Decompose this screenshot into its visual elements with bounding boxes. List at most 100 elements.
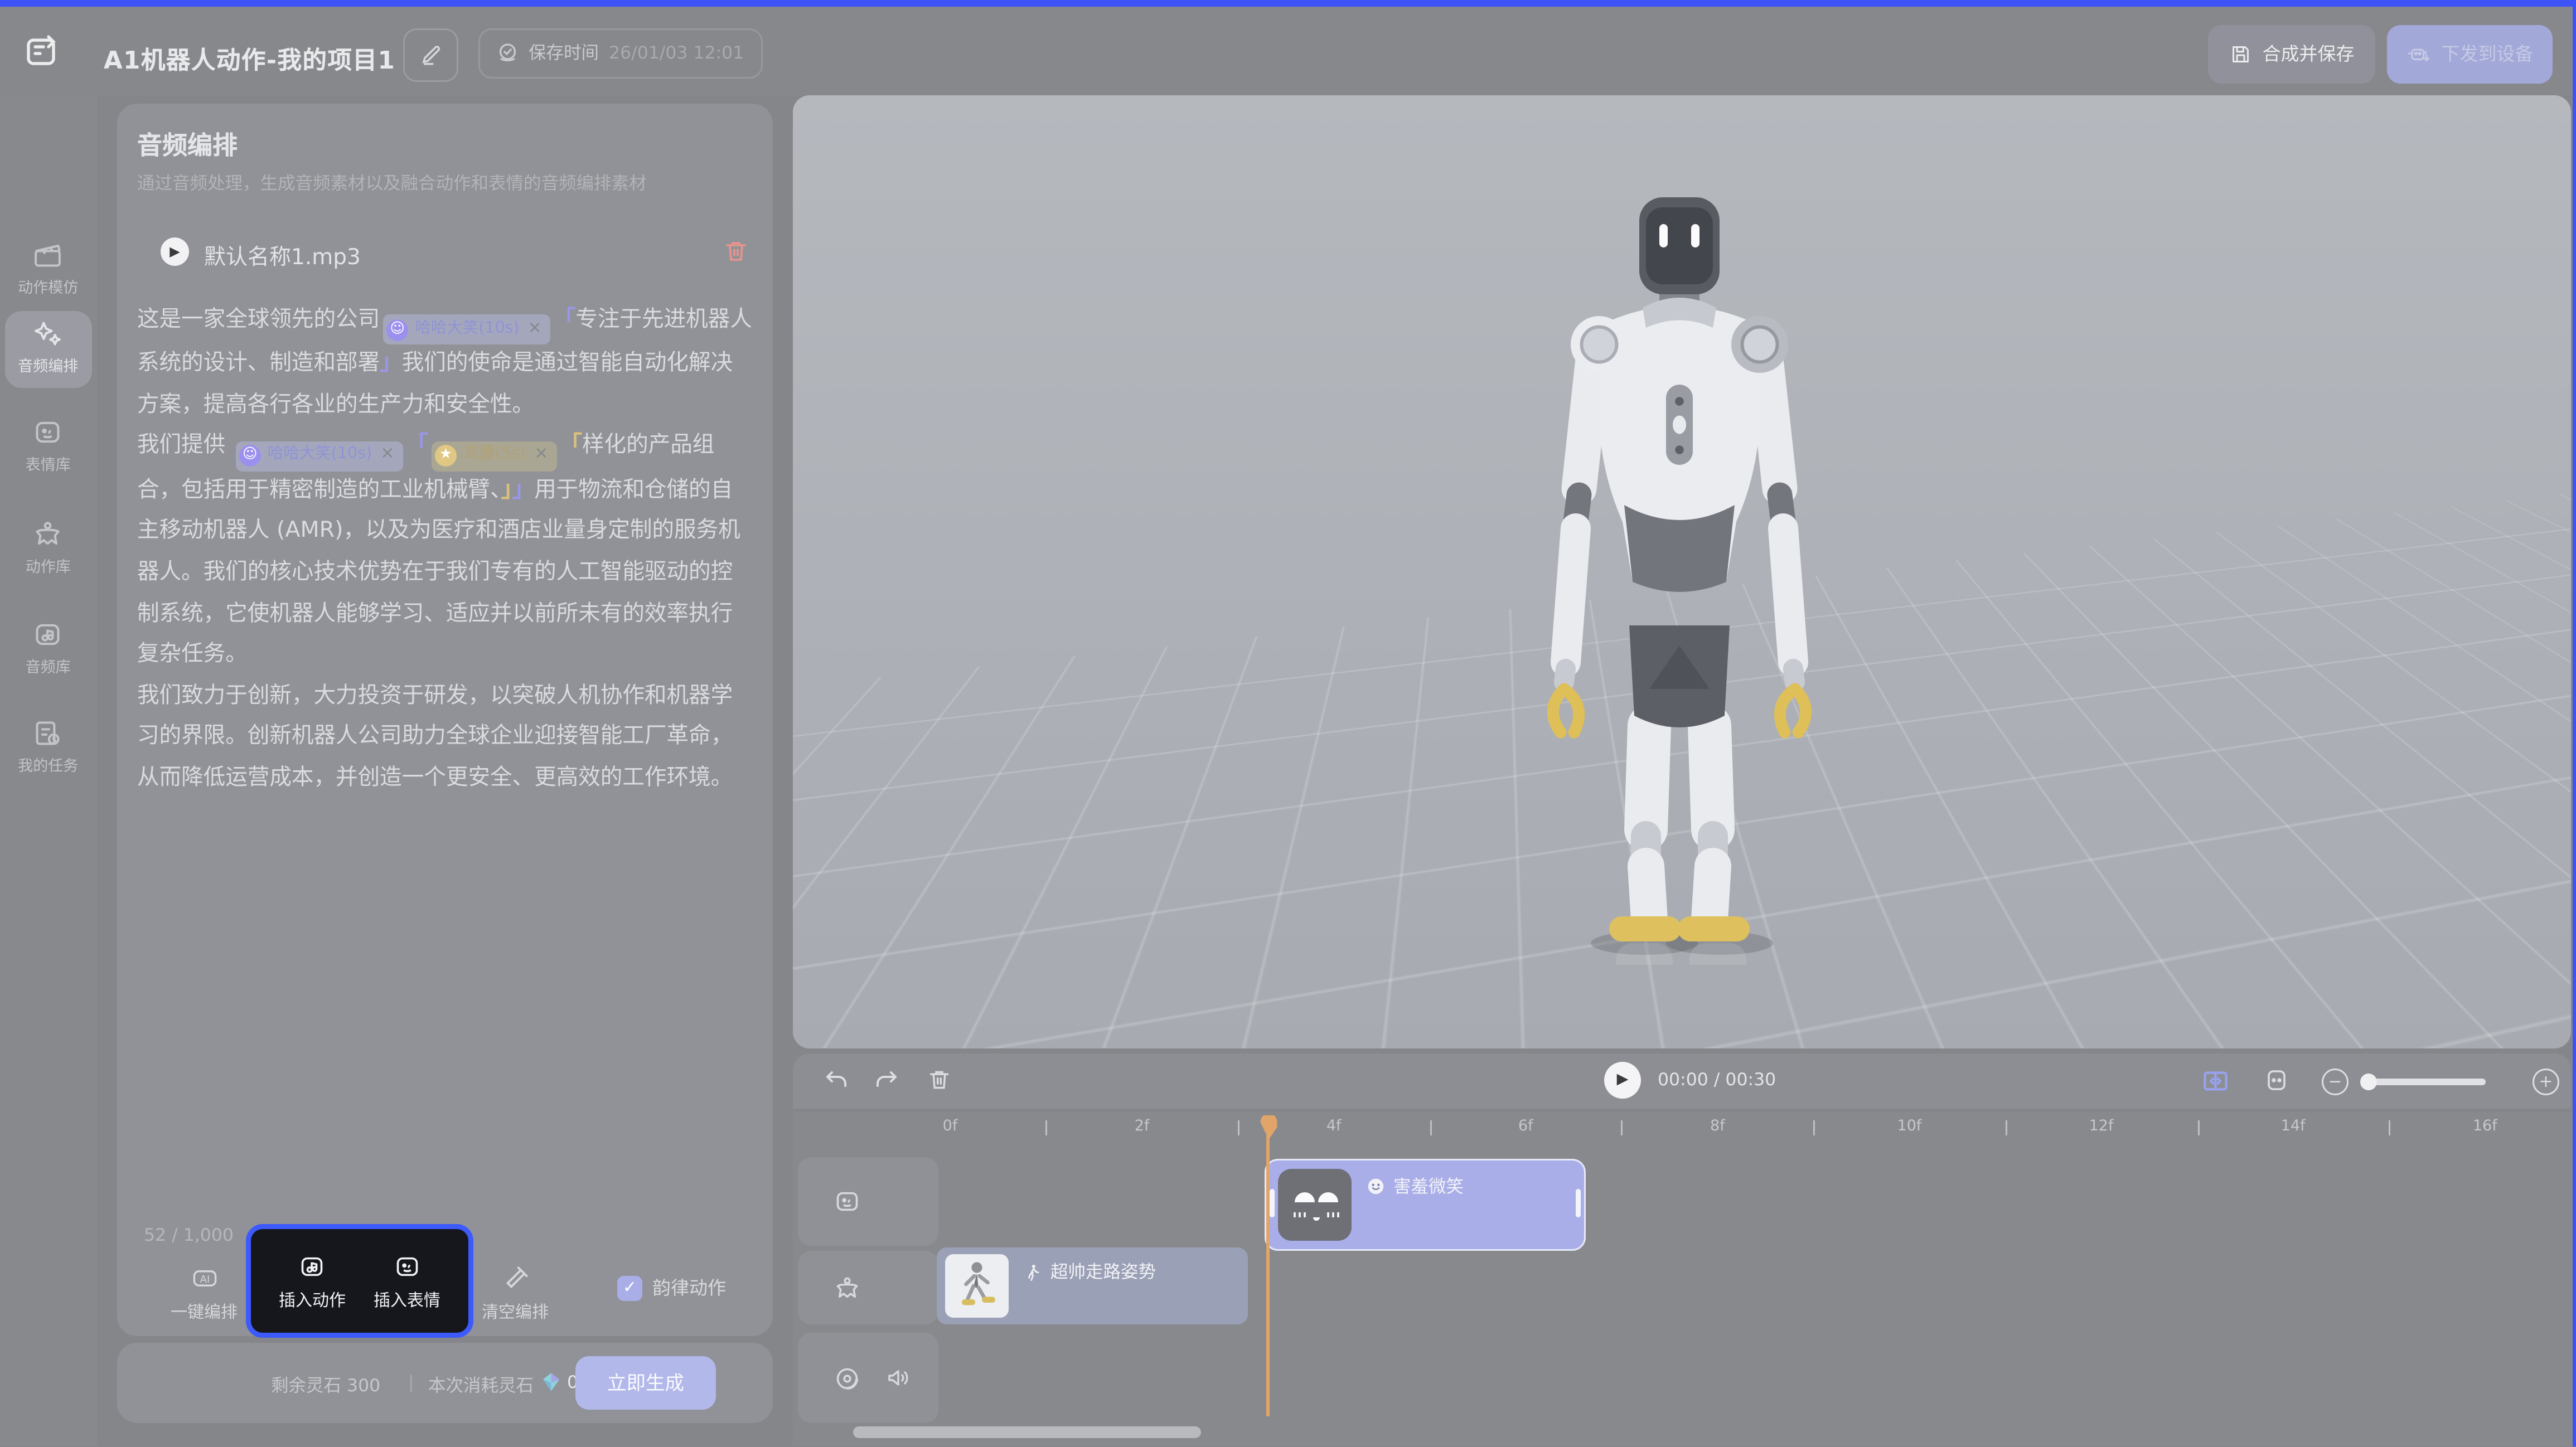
clip-left-handle[interactable] xyxy=(1270,1189,1275,1217)
sidebar-label: 我的任务 xyxy=(0,754,96,776)
motion-clip[interactable]: 超帅走路姿势 xyxy=(937,1247,1248,1324)
audio-play-icon[interactable]: ▶ xyxy=(161,237,189,266)
ruler-tick xyxy=(1813,1120,1815,1135)
sidebar-item-expression-library[interactable]: 表情库 xyxy=(0,416,96,475)
redo-icon[interactable] xyxy=(873,1067,900,1094)
ruler-label: 14f xyxy=(2281,1119,2306,1135)
brush-icon xyxy=(472,1264,559,1293)
editor-content[interactable]: 这是一家全球领先的公司☺哈哈大笑(10s)×「专注于先进机器人系统的设计、制造和… xyxy=(137,301,753,800)
editor-text: 这是一家全球领先的公司 xyxy=(137,308,380,333)
audio-file-row: ▶ 默认名称1.mp3 xyxy=(161,237,749,271)
project-title: A1机器人动作-我的项目1 xyxy=(104,41,395,76)
insert-motion-button[interactable]: 插入动作 xyxy=(279,1252,346,1310)
frame-view-icon[interactable] xyxy=(2263,1067,2290,1094)
tag-remove-icon[interactable]: × xyxy=(380,435,394,477)
rhythm-motion-label: 韵律动作 xyxy=(652,1274,726,1301)
quote-mark-purple: 「 xyxy=(554,308,576,333)
playhead-line[interactable] xyxy=(1266,1135,1269,1416)
expression-tag[interactable]: ☺哈哈大笑(10s)× xyxy=(383,315,550,345)
playback-time: 00:00 / 00:30 xyxy=(1658,1070,1776,1090)
fit-timeline-icon[interactable] xyxy=(2201,1067,2230,1095)
horizontal-scrollbar[interactable] xyxy=(853,1426,1201,1438)
one-click-arrange-button[interactable]: AI 一键编排 xyxy=(162,1264,246,1323)
panel-title: 音频编排 xyxy=(137,127,238,162)
save-time-value: 26/01/03 12:01 xyxy=(609,43,744,63)
motion-track-icon xyxy=(833,1274,861,1302)
audio-file-name: 默认名称1.mp3 xyxy=(204,239,361,271)
generate-footer: 剩余灵石 300 | 本次消耗灵石 0 立即生成 xyxy=(117,1343,773,1423)
editor-text: 我们提供 xyxy=(137,434,233,459)
playhead-marker[interactable] xyxy=(1259,1115,1277,1140)
insert-expression-icon xyxy=(374,1252,440,1280)
save-check-icon xyxy=(497,42,519,64)
remaining-stones: 剩余灵石 300 xyxy=(271,1373,380,1398)
checkbox-checked-icon[interactable]: ✓ xyxy=(617,1275,642,1300)
motion-track-header xyxy=(798,1251,938,1324)
clip-right-handle[interactable] xyxy=(1576,1189,1581,1217)
sidebar-item-audio-library[interactable]: 音频库 xyxy=(0,619,96,677)
audio-arrange-panel: 音频编排 通过音频处理，生成音频素材以及融合动作和表情的音频编排素材 ▶ 默认名… xyxy=(117,104,773,1336)
delete-audio-icon[interactable] xyxy=(723,237,749,264)
sidebar: 动作模仿 音频编排 表情库 动作库 音频库 xyxy=(0,95,96,1446)
ruler-tick xyxy=(1046,1120,1048,1135)
app-logo-icon[interactable] xyxy=(23,31,64,71)
viewport-3d[interactable]: Z Y X xyxy=(793,95,2571,1048)
divider: | xyxy=(408,1373,414,1393)
deploy-device-label: 下发到设备 xyxy=(2442,40,2534,67)
zoom-slider-track[interactable] xyxy=(2362,1079,2486,1085)
tag-label: 哈哈大笑(10s) xyxy=(268,435,372,477)
playback-controls-bar: ▶ 00:00 / 00:30 − + xyxy=(793,1053,2571,1109)
insert-motion-icon xyxy=(279,1252,346,1280)
ruler-label: 2f xyxy=(1135,1119,1150,1135)
ruler-label: 0f xyxy=(943,1119,958,1135)
clear-arrange-button[interactable]: 清空编排 xyxy=(472,1264,559,1323)
zoom-slider-handle[interactable] xyxy=(2360,1073,2377,1090)
ruler-tick xyxy=(2006,1120,2007,1135)
insert-expression-button[interactable]: 插入表情 xyxy=(374,1252,440,1310)
audio-track-header xyxy=(798,1333,938,1423)
task-list-icon xyxy=(0,717,96,749)
tag-remove-icon[interactable]: × xyxy=(528,309,542,351)
action-tag[interactable]: ★弯腰(5s)× xyxy=(432,441,556,471)
walking-icon xyxy=(1024,1262,1042,1282)
ruler-label: 6f xyxy=(1518,1119,1533,1135)
sidebar-item-motion-library[interactable]: 动作库 xyxy=(0,518,96,577)
expression-clip-title: 害羞微笑 xyxy=(1367,1174,1464,1199)
delete-clip-icon[interactable] xyxy=(927,1067,952,1092)
char-counter: 52 / 1,000 xyxy=(144,1226,234,1246)
tag-remove-icon[interactable]: × xyxy=(534,435,548,477)
ruler-label: 8f xyxy=(1710,1119,1725,1135)
sidebar-label: 音频编排 xyxy=(0,355,96,376)
timeline[interactable]: 0f2f4f6f8f10f12f14f16f 害羞微笑 xyxy=(793,1112,2576,1446)
generate-now-button[interactable]: 立即生成 xyxy=(575,1356,716,1410)
robot-face-icon xyxy=(0,416,96,448)
expression-clip[interactable]: 害羞微笑 xyxy=(1265,1159,1586,1251)
timeline-ruler[interactable]: 0f2f4f6f8f10f12f14f16f xyxy=(793,1112,2576,1142)
expression-thumbnail xyxy=(1278,1169,1352,1241)
panel-subtitle: 通过音频处理，生成音频素材以及融合动作和表情的音频编排素材 xyxy=(137,171,753,196)
expression-track-header xyxy=(798,1157,938,1246)
robot-figure xyxy=(1512,187,1847,965)
deploy-device-button[interactable]: 下发到设备 xyxy=(2387,25,2553,83)
quote-mark-purple: 」 xyxy=(380,352,402,377)
ruler-tick xyxy=(1238,1120,1239,1135)
expression-tag-icon: ☺ xyxy=(386,319,408,341)
save-status-pill: 保存时间 26/01/03 12:01 xyxy=(478,28,762,78)
record-disc-icon xyxy=(833,1364,861,1392)
expression-track-icon xyxy=(833,1187,861,1216)
sidebar-item-my-tasks[interactable]: 我的任务 xyxy=(0,717,96,776)
synthesize-save-label: 合成并保存 xyxy=(2263,40,2355,67)
ruler-label: 12f xyxy=(2089,1119,2114,1135)
zoom-out-icon[interactable]: − xyxy=(2322,1069,2349,1095)
synthesize-save-button[interactable]: 合成并保存 xyxy=(2208,25,2375,83)
expression-tag-icon: ☺ xyxy=(239,445,261,467)
expression-tag[interactable]: ☺哈哈大笑(10s)× xyxy=(236,441,403,471)
play-button[interactable]: ▶ xyxy=(1604,1062,1641,1099)
rhythm-motion-toggle[interactable]: ✓ 韵律动作 xyxy=(617,1274,726,1301)
sidebar-item-motion-imitation[interactable]: 动作模仿 xyxy=(0,239,96,298)
action-tag-icon: ★ xyxy=(435,445,457,467)
zoom-in-icon[interactable]: + xyxy=(2533,1069,2559,1095)
sidebar-item-audio-arrange[interactable]: 音频编排 xyxy=(0,318,96,376)
rename-button[interactable] xyxy=(403,28,458,81)
undo-icon[interactable] xyxy=(823,1067,850,1094)
